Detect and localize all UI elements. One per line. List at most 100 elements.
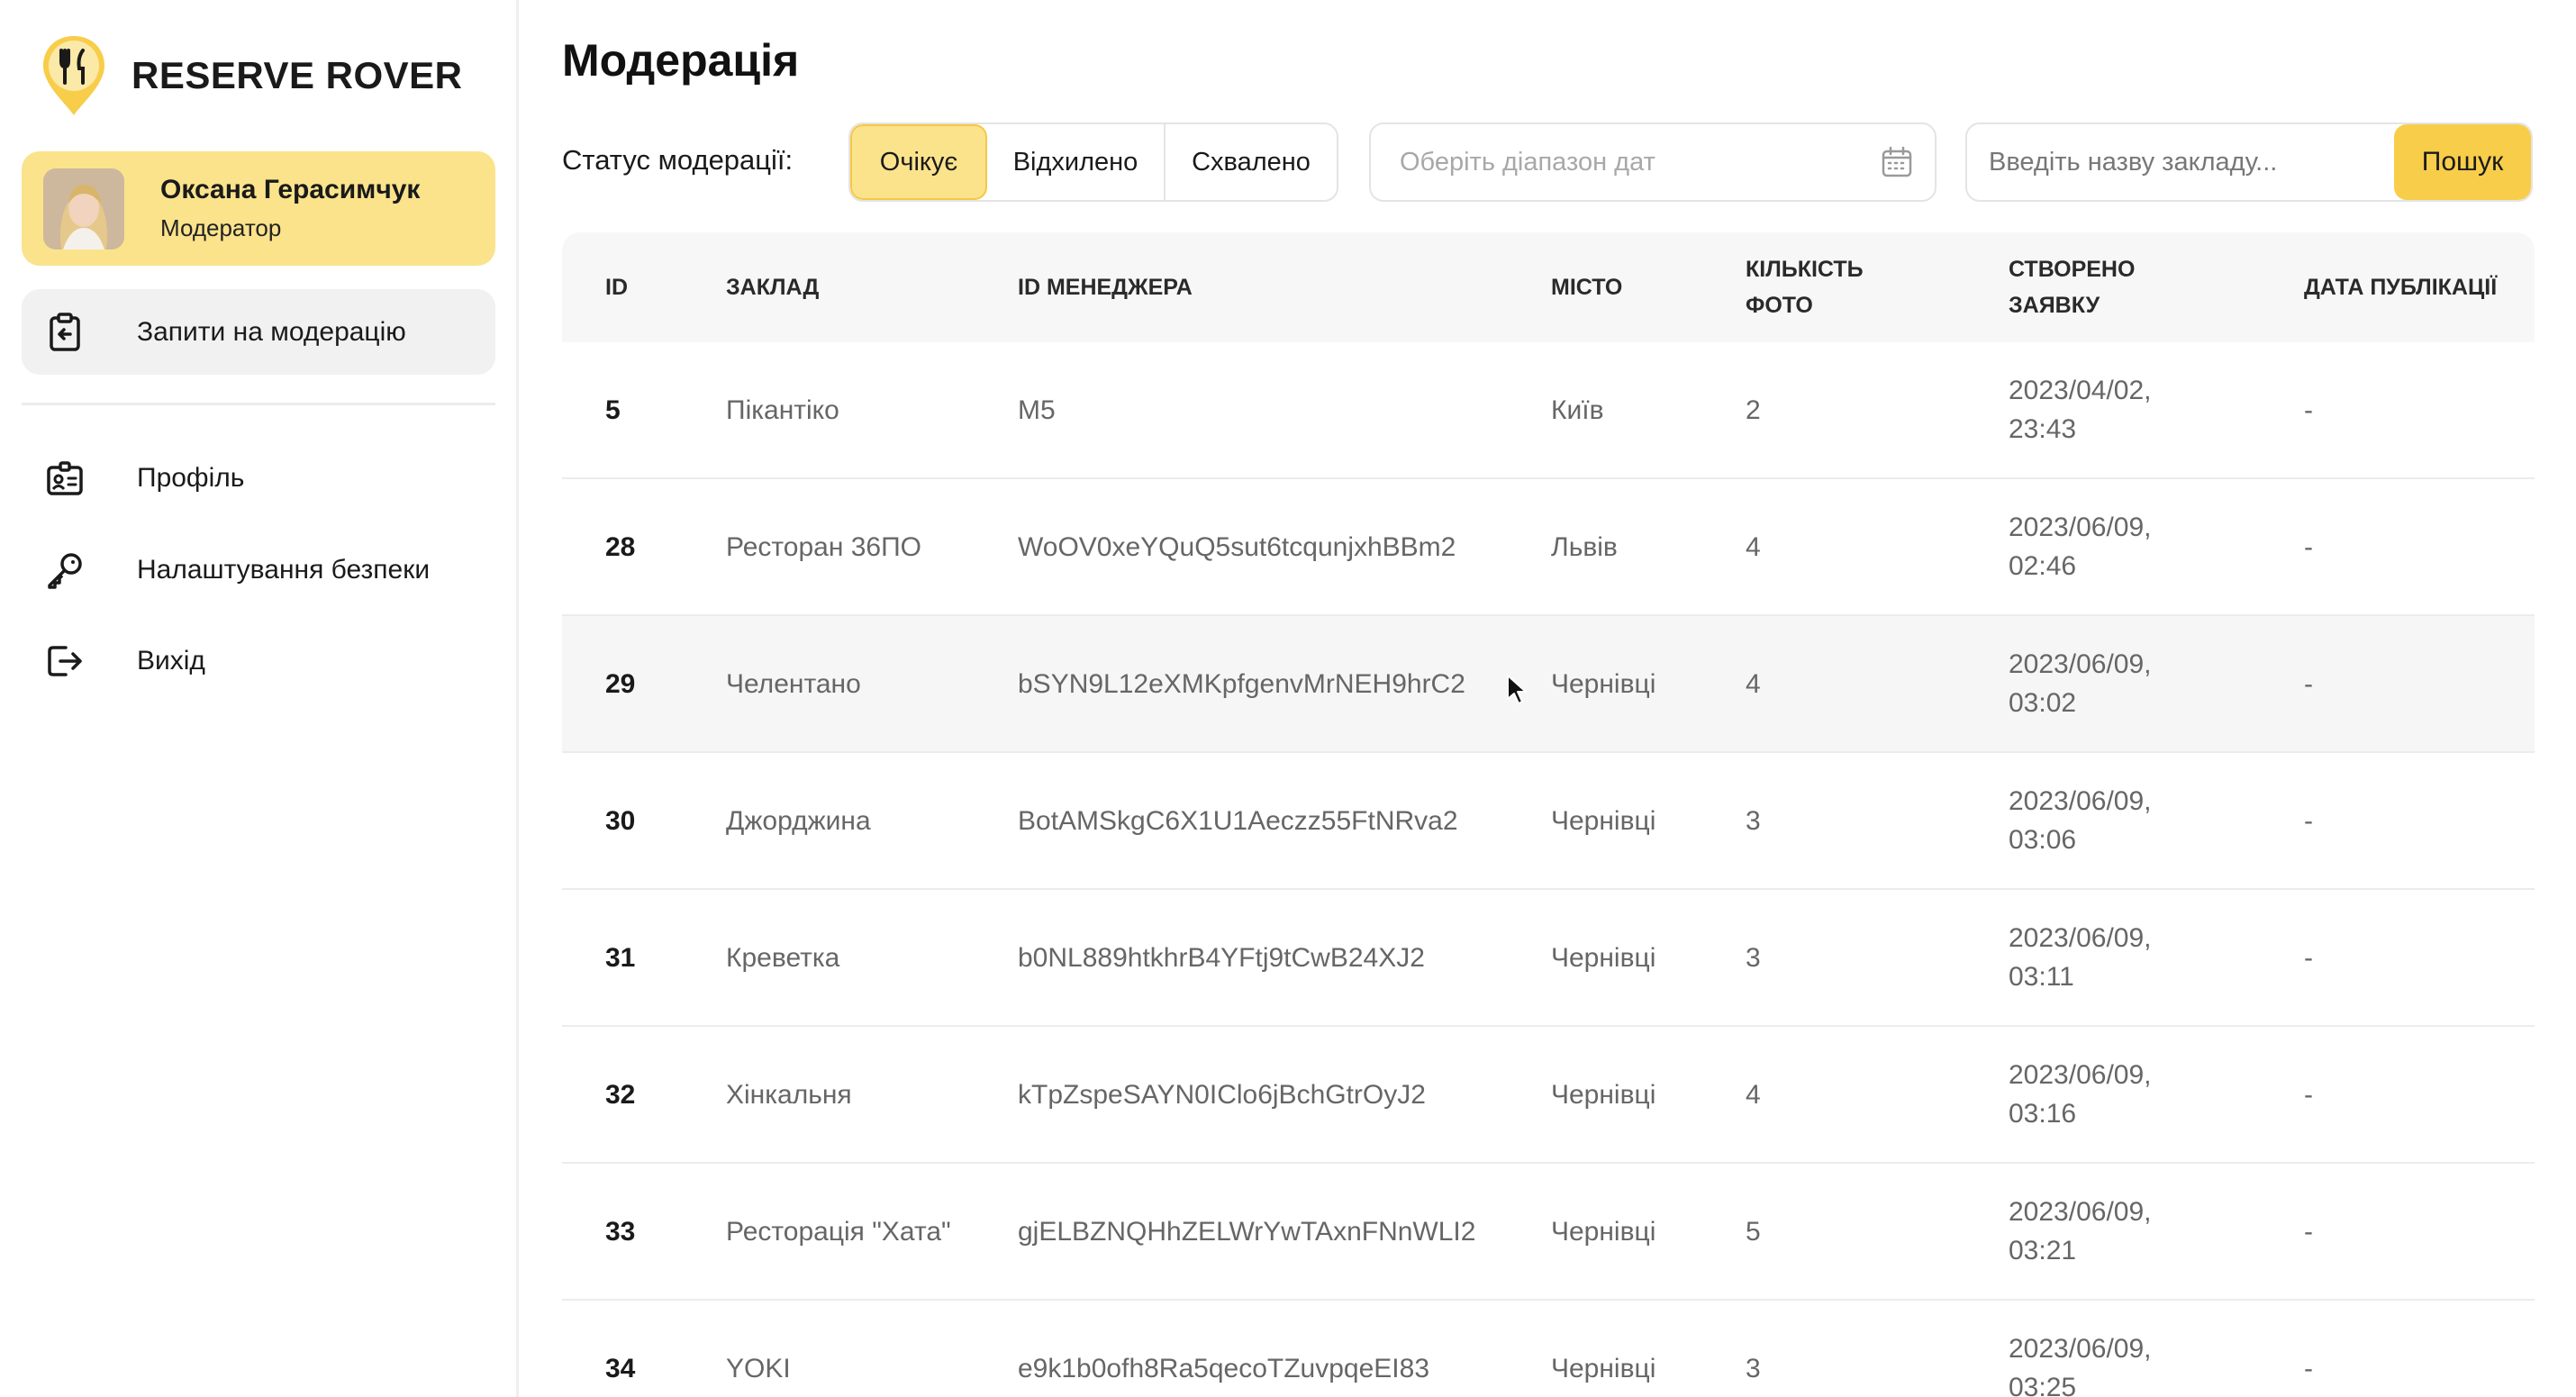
logout-icon (45, 641, 85, 681)
cell-city: Чернівці (1551, 805, 1656, 836)
search-bar: Пошук (1965, 122, 2533, 202)
cell-photos: 3 (1746, 805, 1761, 836)
cell-id: 32 (605, 1079, 636, 1110)
sidebar-item-label: Профіль (137, 463, 245, 493)
cell-published: - (2304, 1216, 2313, 1247)
cell-place: Креветка (726, 942, 840, 973)
cell-city: Чернівці (1551, 668, 1656, 699)
cell-manager-id: BotAMSkgC6X1U1Aeczz55FtNRva2 (1018, 805, 1458, 836)
cell-place: Джорджина (726, 805, 871, 836)
cell-id: 31 (605, 942, 636, 973)
clipboard-icon (45, 312, 85, 352)
cell-created: 2023/06/09, 03:06 (2009, 786, 2152, 855)
search-input[interactable] (1967, 124, 2399, 200)
table-row[interactable]: 5 Пікантіко M5 Київ 2 2023/04/02, 23:43 - (562, 342, 2535, 479)
cell-place: Хінкальня (726, 1079, 852, 1110)
status-rejected-button[interactable]: Відхилено (987, 124, 1166, 200)
table-row[interactable]: 30 Джорджина BotAMSkgC6X1U1Aeczz55FtNRva2 Ч… (562, 753, 2535, 890)
cell-manager-id: kTpZspeSAYN0IClo6jBchGtrOyJ2 (1018, 1079, 1426, 1110)
avatar-photo-icon (43, 168, 124, 249)
cell-id: 28 (605, 531, 636, 562)
date-range-picker[interactable]: Оберіть діапазон дат (1369, 122, 1937, 202)
sidebar-item-security[interactable]: Налаштування безпеки (22, 534, 495, 606)
cell-id: 30 (605, 805, 636, 836)
column-header-created[interactable]: СТВОРЕНО ЗАЯВКУ (2009, 232, 2180, 342)
cell-place: Пікантіко (726, 395, 839, 425)
moderation-table: ID ЗАКЛАД ID МЕНЕДЖЕРА МІСТО КІЛЬКІСТЬ Ф… (562, 232, 2535, 1397)
cell-id: 34 (605, 1353, 636, 1383)
key-icon (45, 550, 85, 590)
app-logo[interactable]: RESERVE ROVER (40, 32, 463, 119)
cell-id: 29 (605, 668, 636, 699)
cell-photos: 4 (1746, 1079, 1761, 1110)
date-range-placeholder: Оберіть діапазон дат (1400, 147, 1655, 177)
search-button[interactable]: Пошук (2394, 124, 2531, 200)
cell-photos: 5 (1746, 1216, 1761, 1247)
cell-place: YOKI (726, 1353, 791, 1383)
page-title: Модерація (562, 35, 800, 86)
column-header-city[interactable]: МІСТО (1551, 232, 1622, 342)
cell-photos: 4 (1746, 531, 1761, 562)
sidebar-item-label: Налаштування безпеки (137, 555, 431, 585)
cell-city: Київ (1551, 395, 1604, 425)
sidebar-item-moderation-requests[interactable]: Запити на модерацію (22, 289, 495, 375)
table-row[interactable]: 32 Хінкальня kTpZspeSAYN0IClo6jBchGtrOyJ2 Ч… (562, 1027, 2535, 1164)
cell-photos: 2 (1746, 395, 1761, 425)
cell-place: Ресторація "Хата" (726, 1216, 951, 1247)
column-header-id[interactable]: ID (605, 232, 628, 342)
cell-published: - (2304, 805, 2313, 836)
column-header-manager-id[interactable]: ID МЕНЕДЖЕРА (1018, 232, 1193, 342)
sidebar-item-label: Вихід (137, 646, 205, 676)
cell-manager-id: bSYN9L12eXMKpfgenvMrNEH9hrC2 (1018, 668, 1465, 699)
cell-photos: 3 (1746, 1353, 1761, 1383)
column-header-published[interactable]: ДАТА ПУБЛІКАЦІЇ (2304, 232, 2502, 342)
user-role: Модератор (160, 214, 282, 241)
calendar-icon[interactable] (1879, 144, 1915, 180)
sidebar: RESERVE ROVER Оксана Герасимчук Модерато… (0, 0, 519, 1397)
cell-photos: 4 (1746, 668, 1761, 699)
avatar (43, 168, 124, 249)
cell-created: 2023/06/09, 02:46 (2009, 513, 2152, 581)
column-header-place[interactable]: ЗАКЛАД (726, 232, 819, 342)
cell-published: - (2304, 668, 2313, 699)
cell-published: - (2304, 531, 2313, 562)
cell-published: - (2304, 942, 2313, 973)
cell-manager-id: gjELBZNQHhZELWrYwTAxnFNnWLI2 (1018, 1216, 1476, 1247)
cell-created: 2023/04/02, 23:43 (2009, 376, 2152, 444)
cell-manager-id: WoOV0xeYQuQ5sut6tcqunjxhBBm2 (1018, 531, 1456, 562)
cell-city: Чернівці (1551, 1353, 1656, 1383)
sidebar-item-profile[interactable]: Профіль (22, 442, 495, 514)
user-card[interactable]: Оксана Герасимчук Модератор (22, 151, 495, 266)
cell-city: Львів (1551, 531, 1618, 562)
cell-city: Чернівці (1551, 1079, 1656, 1110)
table-row[interactable]: 33 Ресторація "Хата" gjELBZNQHhZELWrYwTAxn… (562, 1164, 2535, 1301)
app-title: RESERVE ROVER (132, 54, 463, 96)
table-row[interactable]: 31 Креветка b0NL889htkhrB4YFtj9tCwB24XJ2 Че… (562, 890, 2535, 1027)
cell-id: 33 (605, 1216, 636, 1247)
cell-city: Чернівці (1551, 1216, 1656, 1247)
table-row[interactable]: 34 YOKI e9k1b0ofh8Ra5qecoTZuvpqeEI83 Чернів… (562, 1301, 2535, 1397)
cell-manager-id: M5 (1018, 395, 1056, 425)
logo-pin-icon (43, 36, 104, 115)
status-pending-button[interactable]: Очікує (850, 124, 987, 200)
status-filter-group: Очікує Відхилено Схвалено (848, 122, 1338, 202)
table-row[interactable]: 29 Челентано bSYN9L12eXMKpfgenvMrNEH9hrC2 Ч… (562, 616, 2535, 753)
cell-manager-id: b0NL889htkhrB4YFtj9tCwB24XJ2 (1018, 942, 1425, 973)
user-name: Оксана Герасимчук (160, 175, 421, 204)
table-header: ID ЗАКЛАД ID МЕНЕДЖЕРА МІСТО КІЛЬКІСТЬ Ф… (562, 232, 2535, 342)
cell-published: - (2304, 1079, 2313, 1110)
cell-created: 2023/06/09, 03:11 (2009, 923, 2152, 992)
cell-id: 5 (605, 395, 621, 425)
column-header-photos[interactable]: КІЛЬКІСТЬ ФОТО (1746, 232, 1899, 342)
status-approved-button[interactable]: Схвалено (1166, 124, 1337, 200)
table-row[interactable]: 28 Ресторан 36ПО WoOV0xeYQuQ5sut6tcqunjxhB… (562, 479, 2535, 616)
sidebar-item-label: Запити на модерацію (137, 316, 406, 347)
sidebar-divider (22, 403, 495, 405)
status-filter-label: Статус модерації: (562, 144, 794, 176)
cell-photos: 3 (1746, 942, 1761, 973)
profile-card-icon (45, 458, 85, 498)
cell-created: 2023/06/09, 03:02 (2009, 649, 2152, 718)
sidebar-item-logout[interactable]: Вихід (22, 625, 495, 697)
cell-published: - (2304, 1353, 2313, 1383)
cell-published: - (2304, 395, 2313, 425)
